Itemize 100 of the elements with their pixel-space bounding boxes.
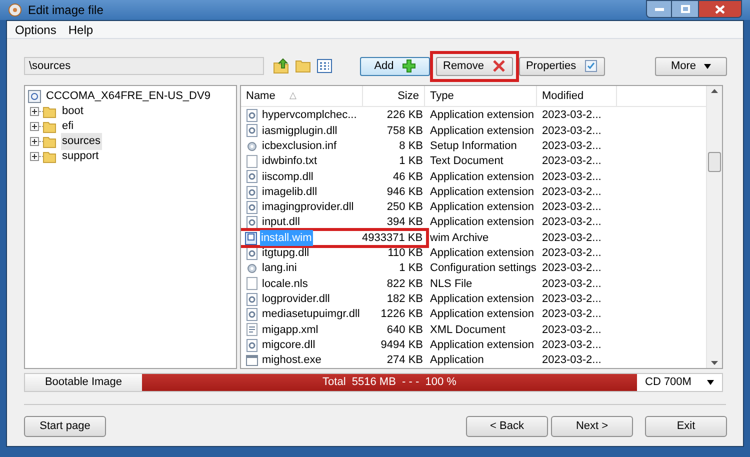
status-label: Bootable Image xyxy=(25,374,142,391)
file-name[interactable]: mediasetupuimgr.dll xyxy=(261,306,361,323)
file-name[interactable]: hypervcomplchec... xyxy=(261,107,358,124)
file-size: 946 KB xyxy=(386,184,423,200)
column-header[interactable]: Modified xyxy=(542,88,584,104)
file-type: wim Archive xyxy=(429,230,490,246)
file-type: Application extension xyxy=(429,170,535,185)
file-modified: 2023-03-2... xyxy=(541,215,602,230)
tree-root-label[interactable]: CCCOMA_X64FRE_EN-US_DV9 xyxy=(46,88,210,105)
scrollbar[interactable] xyxy=(706,86,722,368)
file-modified: 2023-03-2... xyxy=(541,322,602,338)
file-modified: 2023-03-2... xyxy=(541,139,602,154)
minimize-button[interactable] xyxy=(646,0,672,18)
media-dropdown[interactable]: CD 700M xyxy=(637,374,722,391)
folder-icon xyxy=(43,106,57,118)
file-name[interactable]: imagingprovider.dll xyxy=(261,199,355,216)
app-icon xyxy=(8,3,22,17)
check-page-icon xyxy=(584,59,598,73)
file-name[interactable]: logprovider.dll xyxy=(261,290,331,308)
folder-icon xyxy=(43,120,57,132)
file-size: 640 KB xyxy=(386,322,423,338)
document-icon xyxy=(246,277,258,290)
file-type: Text Document xyxy=(429,154,504,170)
file-name[interactable]: icbexclusion.inf xyxy=(261,138,338,154)
file-name[interactable]: itgtupg.dll xyxy=(261,245,310,262)
maximize-button[interactable] xyxy=(672,0,698,18)
close-icon xyxy=(715,4,725,14)
file-size: 250 KB xyxy=(386,200,423,216)
file-name[interactable]: input.dll xyxy=(261,214,301,231)
file-type: XML Document xyxy=(429,322,506,338)
scroll-up-icon[interactable] xyxy=(711,89,718,93)
gear-file-icon xyxy=(246,109,258,122)
file-size: 1 KB xyxy=(398,261,423,276)
footer-button[interactable]: Next > xyxy=(551,416,633,437)
capacity-text: Total 5516 MB - - - 100 % xyxy=(322,375,458,390)
file-modified: 2023-03-2... xyxy=(541,154,602,170)
footer-button[interactable]: < Back xyxy=(466,416,548,437)
file-name[interactable]: iiscomp.dll xyxy=(261,168,314,186)
toolbar-button[interactable]: Properties xyxy=(518,56,606,76)
cross-icon xyxy=(492,59,506,73)
file-size: 758 KB xyxy=(386,124,423,139)
file-modified: 2023-03-2... xyxy=(541,338,602,353)
file-name[interactable]: migcore.dll xyxy=(261,336,316,354)
expand-icon[interactable] xyxy=(30,137,39,146)
file-type: Application xyxy=(429,353,485,368)
disc-icon xyxy=(28,90,41,103)
file-type: Application extension xyxy=(429,338,535,353)
file-size: 226 KB xyxy=(386,108,423,124)
scroll-down-icon[interactable] xyxy=(711,361,718,365)
footer-button[interactable]: Exit xyxy=(645,416,727,437)
tree-item[interactable]: efi xyxy=(61,118,75,135)
file-size: 8 KB xyxy=(398,139,423,154)
file-name[interactable]: migapp.xml xyxy=(261,322,320,338)
folder-up-icon[interactable] xyxy=(273,58,289,74)
gear-file-icon xyxy=(246,216,258,230)
file-size: 110 KB xyxy=(386,246,423,262)
file-modified: 2023-03-2... xyxy=(541,261,602,276)
toolbar-button[interactable]: Remove xyxy=(436,56,513,76)
column-header[interactable]: Type xyxy=(430,88,454,104)
file-name[interactable]: imagelib.dll xyxy=(261,184,318,200)
folder-icon xyxy=(43,136,57,148)
menu-item[interactable]: Options xyxy=(15,20,56,38)
column-header[interactable]: Name xyxy=(246,88,276,104)
tree-item[interactable]: boot xyxy=(61,103,84,120)
window-title: Edit image file xyxy=(28,2,104,19)
tree-item[interactable]: sources xyxy=(61,133,102,150)
file-type: Application extension xyxy=(429,292,535,307)
toolbar-button[interactable]: Add xyxy=(360,56,430,76)
file-modified: 2023-03-2... xyxy=(541,307,602,322)
gear-file-icon xyxy=(246,124,258,138)
tree-item[interactable]: support xyxy=(61,148,100,165)
expand-icon[interactable] xyxy=(30,152,39,161)
file-type: Application extension xyxy=(429,200,535,216)
file-name[interactable]: locale.nls xyxy=(261,276,309,292)
path-field[interactable]: \sources xyxy=(24,57,264,75)
grid-view-icon[interactable] xyxy=(317,59,332,73)
gear-file-icon xyxy=(246,200,258,214)
column-header[interactable]: Size xyxy=(398,88,419,104)
gear-file-icon xyxy=(246,246,258,260)
more-button[interactable]: More xyxy=(655,56,727,76)
file-name[interactable]: idwbinfo.txt xyxy=(261,153,318,170)
file-size: 822 KB xyxy=(386,276,423,292)
file-modified: 2023-03-2... xyxy=(541,200,602,216)
expand-icon[interactable] xyxy=(30,122,39,131)
menu-item[interactable]: Help xyxy=(68,20,94,38)
file-name[interactable]: lang.ini xyxy=(261,260,298,277)
file-modified: 2023-03-2... xyxy=(541,292,602,307)
file-type: Application extension xyxy=(429,124,535,139)
footer-button[interactable]: Start page xyxy=(24,416,106,437)
document-icon xyxy=(246,323,258,336)
file-name[interactable]: iasmigplugin.dll xyxy=(261,122,338,140)
file-size: 1 KB xyxy=(398,154,423,170)
expand-icon[interactable] xyxy=(30,107,39,116)
file-type: Application extension xyxy=(429,184,535,200)
file-modified: 2023-03-2... xyxy=(541,124,602,139)
file-size: 9494 KB xyxy=(380,338,423,353)
scroll-thumb[interactable] xyxy=(708,152,721,172)
close-button[interactable] xyxy=(698,0,742,18)
plus-icon xyxy=(402,59,416,73)
file-name[interactable]: mighost.exe xyxy=(261,352,322,368)
